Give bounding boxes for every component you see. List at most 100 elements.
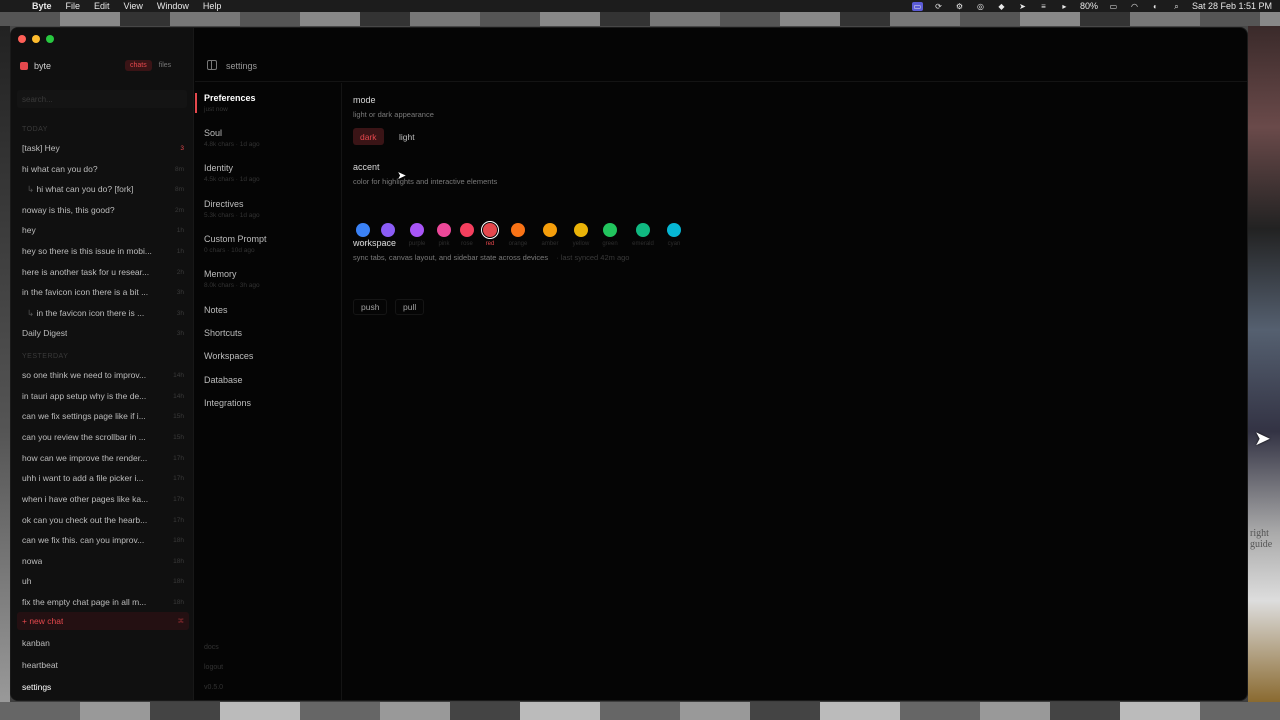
menu-app-name[interactable]: Byte [32, 1, 52, 11]
compass-icon[interactable]: ◎ [975, 2, 986, 11]
tab-chats[interactable]: chats [125, 60, 152, 71]
chat-item[interactable]: hey 1h [17, 221, 189, 239]
accent-color-dot [481, 221, 499, 239]
accent-swatch-amber[interactable]: amber [535, 223, 565, 247]
sidebar: byte chats files TODAY [task] Hey3 hi wh… [11, 28, 194, 700]
sidebar-item-heartbeat[interactable]: heartbeat [17, 656, 189, 674]
bars-icon[interactable]: ≡ [1038, 2, 1049, 11]
minimize-window-button[interactable] [32, 35, 40, 43]
chat-item-fork[interactable]: in the favicon icon there is ...3h [17, 304, 189, 322]
search-icon[interactable]: ⌕ [1171, 2, 1182, 11]
sidebar-item-settings[interactable]: settings [17, 678, 189, 696]
settings-nav-soul[interactable]: Soul 4.8k chars · 1d ago [195, 128, 341, 148]
chat-item[interactable]: here is another task for u resear... 2h [17, 263, 189, 281]
chat-item[interactable]: Daily Digest 3h [17, 324, 189, 342]
search-input[interactable] [17, 90, 187, 108]
close-window-button[interactable] [18, 35, 26, 43]
chat-item[interactable]: in tauri app setup why is the de... 14h [17, 387, 189, 405]
accent-swatch-orange[interactable]: orange [503, 223, 533, 247]
logout-link[interactable]: logout [204, 664, 223, 671]
mode-light-button[interactable]: light [392, 128, 422, 145]
chat-item-fork[interactable]: hi what can you do? [fork]8m [17, 180, 189, 198]
accent-swatch-red[interactable]: red [475, 221, 505, 247]
sync-icon[interactable]: ⟳ [933, 2, 944, 11]
menu-window[interactable]: Window [157, 1, 189, 11]
chat-item[interactable]: ok can you check out the hearb... 17h [17, 511, 189, 529]
settings-nav-identity[interactable]: Identity 4.5k chars · 1d ago [195, 163, 341, 183]
sidebar-toggle-icon[interactable] [207, 60, 217, 70]
shield-icon[interactable]: ◆ [996, 2, 1007, 11]
accent-swatch-green[interactable]: green [595, 223, 625, 247]
chat-item[interactable]: hi what can you do? 8m [17, 160, 189, 178]
desktop-background-left [0, 26, 10, 702]
accent-color-dot [574, 223, 588, 237]
menubar-clock[interactable]: Sat 28 Feb 1:51 PM [1192, 1, 1272, 11]
sidebar-item-kanban[interactable]: kanban [17, 634, 189, 652]
chat-item[interactable]: [task] Hey 3 [17, 139, 189, 157]
accent-description: color for highlights and interactive ele… [353, 177, 498, 186]
accent-swatch-label: emerald [632, 241, 654, 247]
control-center-icon[interactable]: ◐ [1150, 2, 1161, 11]
chat-item[interactable]: fix the empty chat page in all m... 18h [17, 593, 189, 611]
chat-item[interactable]: in the favicon icon there is a bit ... 3h [17, 283, 189, 301]
chat-item[interactable]: can we fix settings page like if i... 15h [17, 407, 189, 425]
new-chat-button[interactable]: + new chat ⌘ [17, 612, 189, 630]
window-controls [18, 35, 54, 43]
chat-item[interactable]: uhh i want to add a file picker i... 17h [17, 469, 189, 487]
accent-color-dot [667, 223, 681, 237]
tab-files[interactable]: files [154, 60, 176, 71]
settings-nav-memory[interactable]: Memory 8.0k chars · 3h ago [195, 269, 341, 289]
wifi-icon[interactable]: ◠ [1129, 2, 1140, 11]
accent-swatch-label: amber [541, 241, 559, 247]
pull-button[interactable]: pull [395, 299, 425, 315]
compass-arrow-icon[interactable]: ➤ [1017, 2, 1028, 11]
accent-color-dot [437, 223, 451, 237]
menu-view[interactable]: View [124, 1, 143, 11]
workspace-description-text: sync tabs, canvas layout, and sidebar st… [353, 253, 549, 262]
menu-file[interactable]: File [66, 1, 81, 11]
battery-icon[interactable]: ▭ [1108, 2, 1119, 11]
desktop-background-right [1248, 26, 1280, 702]
settings-nav-custom-prompt[interactable]: Custom Prompt 0 chars · 10d ago [195, 234, 341, 254]
accent-swatch-emerald[interactable]: emerald [628, 223, 658, 247]
settings-nav-database[interactable]: Database [195, 375, 341, 385]
chat-item[interactable]: so one think we need to improv... 14h [17, 366, 189, 384]
accent-title: accent [353, 162, 380, 172]
chat-item[interactable]: can you review the scrollbar in ... 15h [17, 428, 189, 446]
docs-link[interactable]: docs [204, 644, 219, 651]
mode-dark-button[interactable]: dark [353, 128, 384, 145]
chat-item[interactable]: nowa 18h [17, 552, 189, 570]
push-button[interactable]: push [353, 299, 388, 315]
gear-icon[interactable]: ⚙ [954, 2, 965, 11]
settings-nav-shortcuts[interactable]: Shortcuts [195, 328, 341, 338]
chat-item[interactable]: when i have other pages like ka... 17h [17, 490, 189, 508]
mouse-cursor-icon: ➤ [1254, 428, 1271, 450]
accent-color-dot [356, 223, 370, 237]
menubar-status-area: ▭ ⟳ ⚙ ◎ ◆ ➤ ≡ ▸ 80% ▭ ◠ ◐ ⌕ Sat 28 Feb 1… [911, 1, 1272, 11]
workspace-sync-status: · last synced 42m ago [556, 253, 630, 262]
maximize-window-button[interactable] [46, 35, 54, 43]
accent-swatch-label: red [485, 241, 495, 247]
mode-title: mode [353, 95, 376, 105]
chat-item[interactable]: how can we improve the render... 17h [17, 449, 189, 467]
settings-nav-preferences[interactable]: Preferences just now [195, 93, 341, 113]
app-version: v0.5.0 [204, 684, 224, 691]
settings-nav-notes[interactable]: Notes [195, 305, 341, 315]
chat-item[interactable]: hey so there is this issue in mobi... 1h [17, 242, 189, 260]
menu-edit[interactable]: Edit [94, 1, 110, 11]
settings-nav-directives[interactable]: Directives 5.3k chars · 1d ago [195, 199, 341, 219]
settings-nav-workspaces[interactable]: Workspaces [195, 351, 341, 361]
menu-help[interactable]: Help [203, 1, 222, 11]
screen-icon[interactable]: ▭ [911, 1, 923, 11]
chat-item[interactable]: can we fix this. can you improv... 18h [17, 531, 189, 549]
chat-item[interactable]: noway is this, this good? 2m [17, 201, 189, 219]
accent-swatch-cyan[interactable]: cyan [659, 223, 689, 247]
chat-item[interactable]: uh 18h [17, 572, 189, 590]
brand-logo-icon [20, 62, 28, 70]
accent-swatch-purple[interactable]: purple [402, 223, 432, 247]
play-icon[interactable]: ▸ [1059, 2, 1070, 11]
desktop-edge-text: right guide [1250, 528, 1273, 550]
accent-swatch-yellow[interactable]: yellow [566, 223, 596, 247]
macos-menu-bar: Byte File Edit View Window Help ▭ ⟳ ⚙ ◎ … [0, 0, 1280, 12]
settings-nav-integrations[interactable]: Integrations [195, 398, 341, 408]
